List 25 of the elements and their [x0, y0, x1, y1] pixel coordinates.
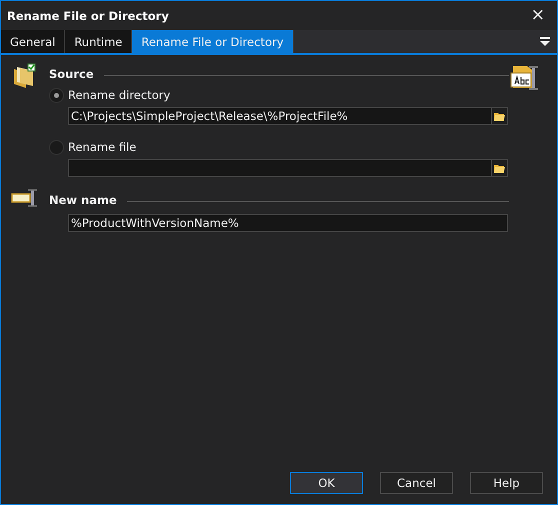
radio-button[interactable] [49, 88, 64, 102]
radio-label: Rename directory [68, 88, 170, 102]
path-field[interactable]: C:\Projects\SimpleProject\Release\%ProjectFile% [68, 107, 492, 125]
tab[interactable]: General [1, 30, 66, 53]
folder-icon [494, 112, 505, 120]
rename-icon [509, 63, 539, 91]
folder-check-icon [11, 63, 37, 89]
section-heading: New name [49, 193, 117, 207]
tab[interactable]: Runtime [65, 30, 132, 53]
folder-icon [494, 164, 505, 172]
window-title: Rename File or Directory [7, 8, 169, 22]
text-cursor-icon [11, 189, 37, 207]
dialog-button[interactable]: OK [290, 472, 363, 494]
browse-button[interactable] [492, 107, 508, 125]
path-field[interactable] [68, 159, 492, 177]
name-field[interactable]: %ProductWithVersionName% [68, 214, 508, 232]
browse-button[interactable] [492, 159, 508, 177]
radio-button[interactable] [49, 140, 64, 154]
dialog-button[interactable]: Cancel [380, 472, 453, 494]
section-heading: Source [49, 67, 94, 81]
radio-label: Rename file [68, 140, 136, 154]
close-button[interactable]: × [528, 7, 547, 24]
tab[interactable]: Rename File or Directory [132, 30, 294, 53]
menu-icon[interactable] [540, 37, 550, 46]
dialog-button[interactable]: Help [470, 472, 543, 494]
